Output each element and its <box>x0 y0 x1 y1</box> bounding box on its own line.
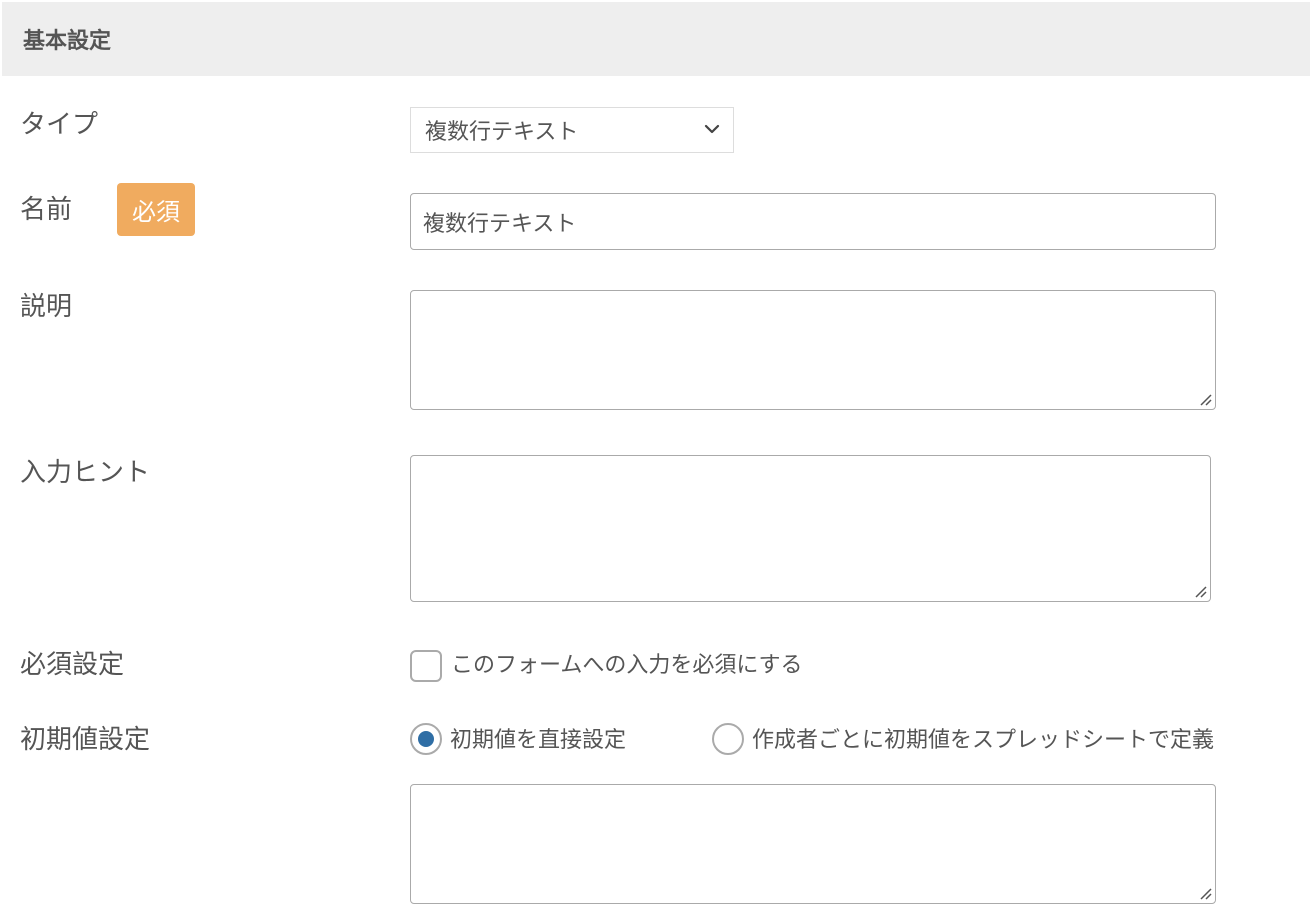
hint-label: 入力ヒント <box>20 458 151 488</box>
radio-spreadsheet-label[interactable]: 作成者ごとに初期値をスプレッドシートで定義 <box>752 730 1214 752</box>
resize-handle-icon[interactable] <box>1198 886 1212 900</box>
chevron-down-icon <box>704 124 720 134</box>
name-input-value: 複数行テキスト <box>423 211 577 237</box>
radio-direct-label[interactable]: 初期値を直接設定 <box>450 730 626 752</box>
name-label: 名前 <box>20 195 73 225</box>
resize-handle-icon[interactable] <box>1198 392 1212 406</box>
initial-value-textarea[interactable] <box>410 784 1216 904</box>
required-checkbox-label[interactable]: このフォームへの入力を必須にする <box>451 655 803 677</box>
type-select-value: 複数行テキスト <box>425 120 579 145</box>
required-badge: 必須 <box>117 183 195 236</box>
required-badge-text: 必須 <box>132 198 180 226</box>
required-setting-label: 必須設定 <box>20 650 125 680</box>
hint-textarea[interactable] <box>410 455 1211 602</box>
type-select[interactable]: 複数行テキスト <box>410 107 734 153</box>
radio-spreadsheet[interactable] <box>712 723 744 755</box>
radio-direct[interactable] <box>410 723 442 755</box>
required-checkbox[interactable] <box>410 650 442 682</box>
description-label: 説明 <box>20 292 73 322</box>
resize-handle-icon[interactable] <box>1193 584 1207 598</box>
section-title: 基本設定 <box>23 29 112 54</box>
type-label: タイプ <box>20 110 99 140</box>
name-input[interactable]: 複数行テキスト <box>410 193 1216 250</box>
description-textarea[interactable] <box>410 290 1216 410</box>
section-header: 基本設定 <box>2 2 1310 76</box>
initial-value-label: 初期値設定 <box>20 725 151 755</box>
